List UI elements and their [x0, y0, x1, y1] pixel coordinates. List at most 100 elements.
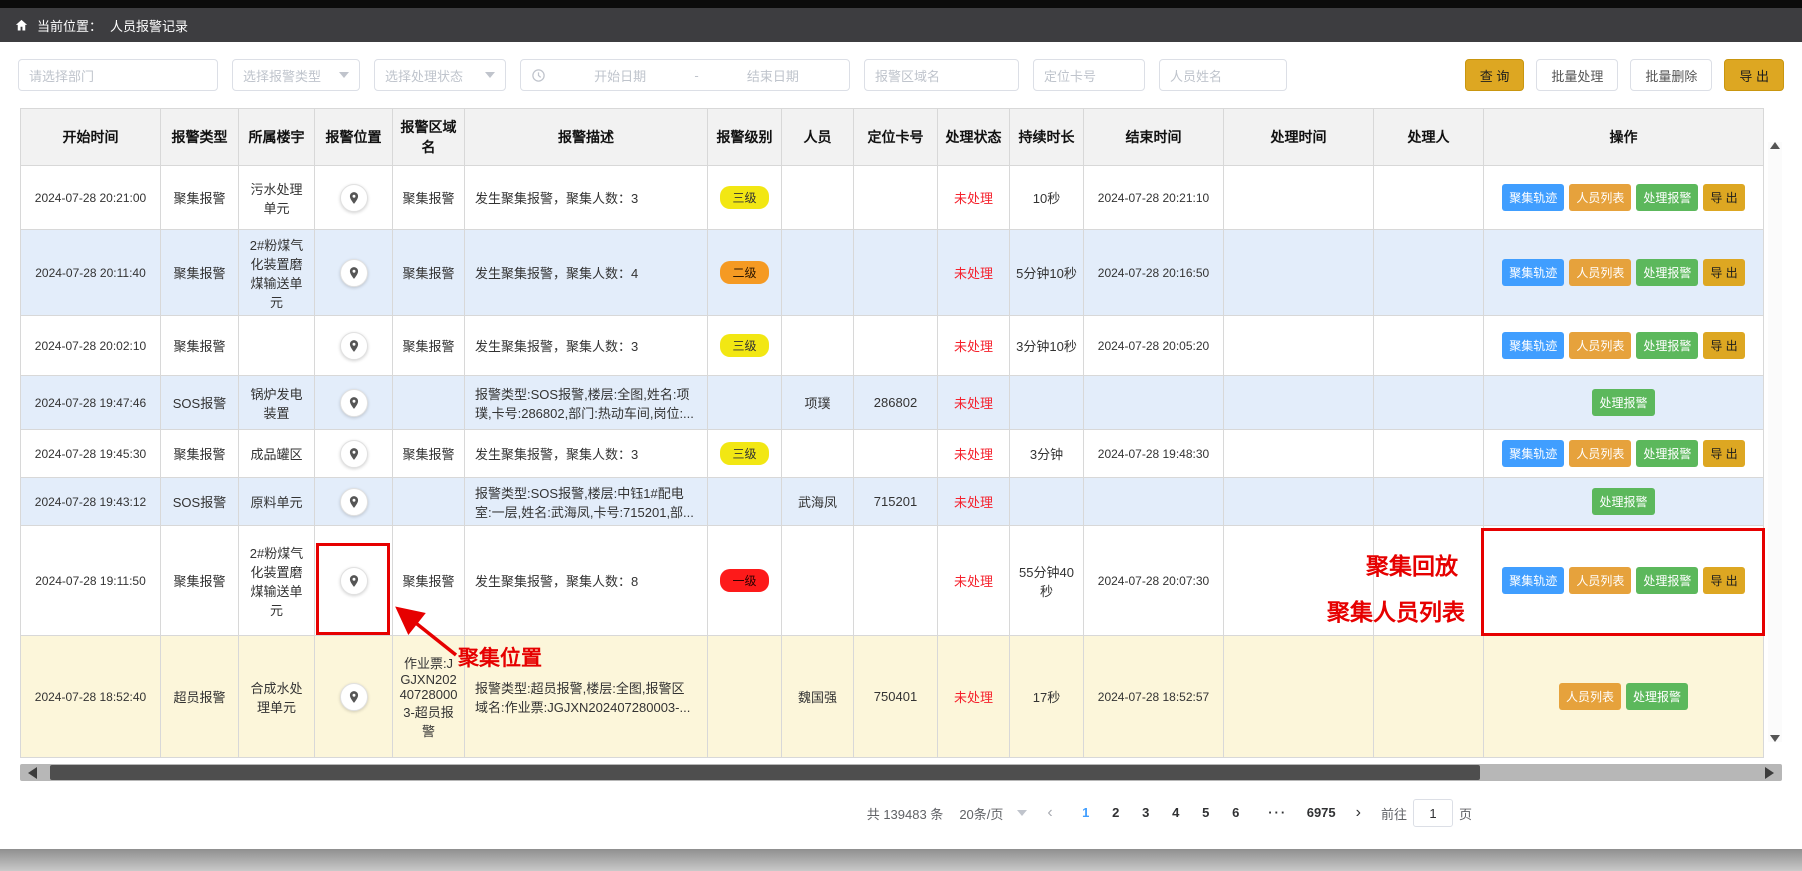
cell-alarm-type: 超员报警: [161, 636, 239, 758]
query-button[interactable]: 查 询: [1465, 59, 1525, 91]
person-name-placeholder: 人员姓名: [1170, 66, 1222, 85]
next-page-button[interactable]: ›: [1352, 804, 1365, 822]
action-list-button[interactable]: 人员列表: [1569, 567, 1631, 594]
action-list-button[interactable]: 人员列表: [1569, 440, 1631, 467]
department-select[interactable]: 请选择部门: [18, 59, 218, 91]
alarm-table-zone: 开始时间报警类型所属楼宇报警位置报警区域名报警描述报警级别人员定位卡号处理状态持…: [20, 108, 1784, 758]
start-date-placeholder: 开始日期: [554, 66, 686, 85]
location-pin-icon[interactable]: [340, 440, 368, 468]
cell-area-name: [393, 376, 465, 430]
action-export-button[interactable]: 导 出: [1703, 567, 1744, 594]
cell-alarm-type: 聚集报警: [161, 230, 239, 316]
export-button[interactable]: 导 出: [1724, 59, 1784, 91]
action-list-button[interactable]: 人员列表: [1569, 259, 1631, 286]
pagination-total: 共 139483 条: [867, 804, 944, 823]
person-name-input[interactable]: 人员姓名: [1159, 59, 1287, 91]
page-number[interactable]: 2: [1103, 800, 1129, 826]
chevron-down-icon: [1017, 810, 1027, 816]
cell-processor: [1374, 636, 1484, 758]
breadcrumb-location-label: 当前位置：: [37, 16, 102, 35]
cell-end-time: [1084, 376, 1224, 430]
scroll-down-icon[interactable]: [1770, 735, 1780, 742]
batch-process-button[interactable]: 批量处理: [1536, 59, 1618, 91]
cell-person: 武海凤: [782, 478, 854, 526]
cell-end-time: [1084, 478, 1224, 526]
status-text: 未处理: [954, 495, 993, 510]
cell-operations: 聚集轨迹人员列表处理报警导 出: [1484, 230, 1764, 316]
action-export-button[interactable]: 导 出: [1703, 259, 1744, 286]
action-handle-button[interactable]: 处理报警: [1636, 332, 1698, 359]
location-pin-icon[interactable]: [340, 683, 368, 711]
action-track-button[interactable]: 聚集轨迹: [1502, 567, 1564, 594]
column-header: 报警类型: [161, 109, 239, 166]
cell-process-time: [1224, 478, 1374, 526]
location-pin-icon[interactable]: [340, 184, 368, 212]
scroll-left-icon[interactable]: [28, 767, 37, 779]
prev-page-button[interactable]: ‹: [1043, 804, 1056, 822]
action-export-button[interactable]: 导 出: [1703, 332, 1744, 359]
cell-building: 锅炉发电装置: [239, 376, 315, 430]
action-track-button[interactable]: 聚集轨迹: [1502, 332, 1564, 359]
cell-processor: [1374, 316, 1484, 376]
process-status-select[interactable]: 选择处理状态: [374, 59, 506, 91]
action-track-button[interactable]: 聚集轨迹: [1502, 440, 1564, 467]
location-pin-icon[interactable]: [340, 389, 368, 417]
cell-alarm-level: [708, 376, 782, 430]
cell-end-time: 2024-07-28 20:07:30: [1084, 526, 1224, 636]
row-actions: 聚集轨迹人员列表处理报警导 出: [1490, 259, 1757, 286]
action-list-button[interactable]: 人员列表: [1569, 184, 1631, 211]
action-export-button[interactable]: 导 出: [1703, 184, 1744, 211]
cell-card-number: 715201: [854, 478, 938, 526]
vertical-scrollbar[interactable]: [1768, 142, 1782, 742]
page-number[interactable]: 5: [1193, 800, 1219, 826]
location-pin-icon[interactable]: [340, 259, 368, 287]
table-row: 2024-07-28 19:11:50聚集报警2#粉煤气化装置磨煤输送单元聚集报…: [21, 526, 1764, 636]
cell-end-time: 2024-07-28 20:21:10: [1084, 166, 1224, 230]
goto-suffix: 页: [1459, 804, 1472, 823]
action-track-button[interactable]: 聚集轨迹: [1502, 184, 1564, 211]
horizontal-scrollbar[interactable]: [20, 764, 1782, 781]
home-icon[interactable]: [14, 18, 29, 33]
area-name-input[interactable]: 报警区域名: [864, 59, 1019, 91]
page-ellipsis[interactable]: ···: [1265, 800, 1291, 826]
cell-start-time: 2024-07-28 20:11:40: [21, 230, 161, 316]
action-handle-button[interactable]: 处理报警: [1636, 567, 1698, 594]
page-number[interactable]: 1: [1073, 800, 1099, 826]
page-number[interactable]: 6: [1223, 800, 1249, 826]
page-number[interactable]: 4: [1163, 800, 1189, 826]
table-row: 2024-07-28 20:21:00聚集报警污水处理单元聚集报警发生聚集报警，…: [21, 166, 1764, 230]
cell-processor: [1374, 166, 1484, 230]
card-number-input[interactable]: 定位卡号: [1033, 59, 1145, 91]
action-list-button[interactable]: 人员列表: [1559, 683, 1621, 710]
action-list-button[interactable]: 人员列表: [1569, 332, 1631, 359]
scroll-up-icon[interactable]: [1770, 142, 1780, 149]
column-header: 开始时间: [21, 109, 161, 166]
location-pin-icon[interactable]: [340, 488, 368, 516]
scroll-right-icon[interactable]: [1765, 767, 1774, 779]
cell-duration: 55分钟40秒: [1010, 526, 1084, 636]
action-handle-button[interactable]: 处理报警: [1636, 259, 1698, 286]
alarm-type-select[interactable]: 选择报警类型: [232, 59, 360, 91]
action-handle-button[interactable]: 处理报警: [1636, 184, 1698, 211]
action-handle-button[interactable]: 处理报警: [1592, 389, 1654, 416]
batch-delete-button[interactable]: 批量删除: [1630, 59, 1712, 91]
action-track-button[interactable]: 聚集轨迹: [1502, 259, 1564, 286]
action-export-button[interactable]: 导 出: [1703, 440, 1744, 467]
page-number[interactable]: 3: [1133, 800, 1159, 826]
column-header: 所属楼宇: [239, 109, 315, 166]
location-pin-icon[interactable]: [340, 567, 368, 595]
action-handle-button[interactable]: 处理报警: [1592, 488, 1654, 515]
breadcrumb: 当前位置： 人员报警记录: [0, 8, 1802, 42]
horizontal-scrollbar-thumb[interactable]: [50, 765, 1480, 780]
goto-label: 前往: [1381, 804, 1407, 823]
cell-start-time: 2024-07-28 18:52:40: [21, 636, 161, 758]
last-page-number[interactable]: 6975: [1307, 800, 1336, 826]
date-range-picker[interactable]: 开始日期 - 结束日期: [520, 59, 850, 91]
page-size-select[interactable]: 20条/页: [959, 804, 1027, 823]
cell-alarm-level: [708, 478, 782, 526]
location-pin-icon[interactable]: [340, 332, 368, 360]
action-handle-button[interactable]: 处理报警: [1636, 440, 1698, 467]
action-handle-button[interactable]: 处理报警: [1626, 683, 1688, 710]
goto-page-input[interactable]: [1413, 799, 1453, 827]
cell-process-time: [1224, 376, 1374, 430]
